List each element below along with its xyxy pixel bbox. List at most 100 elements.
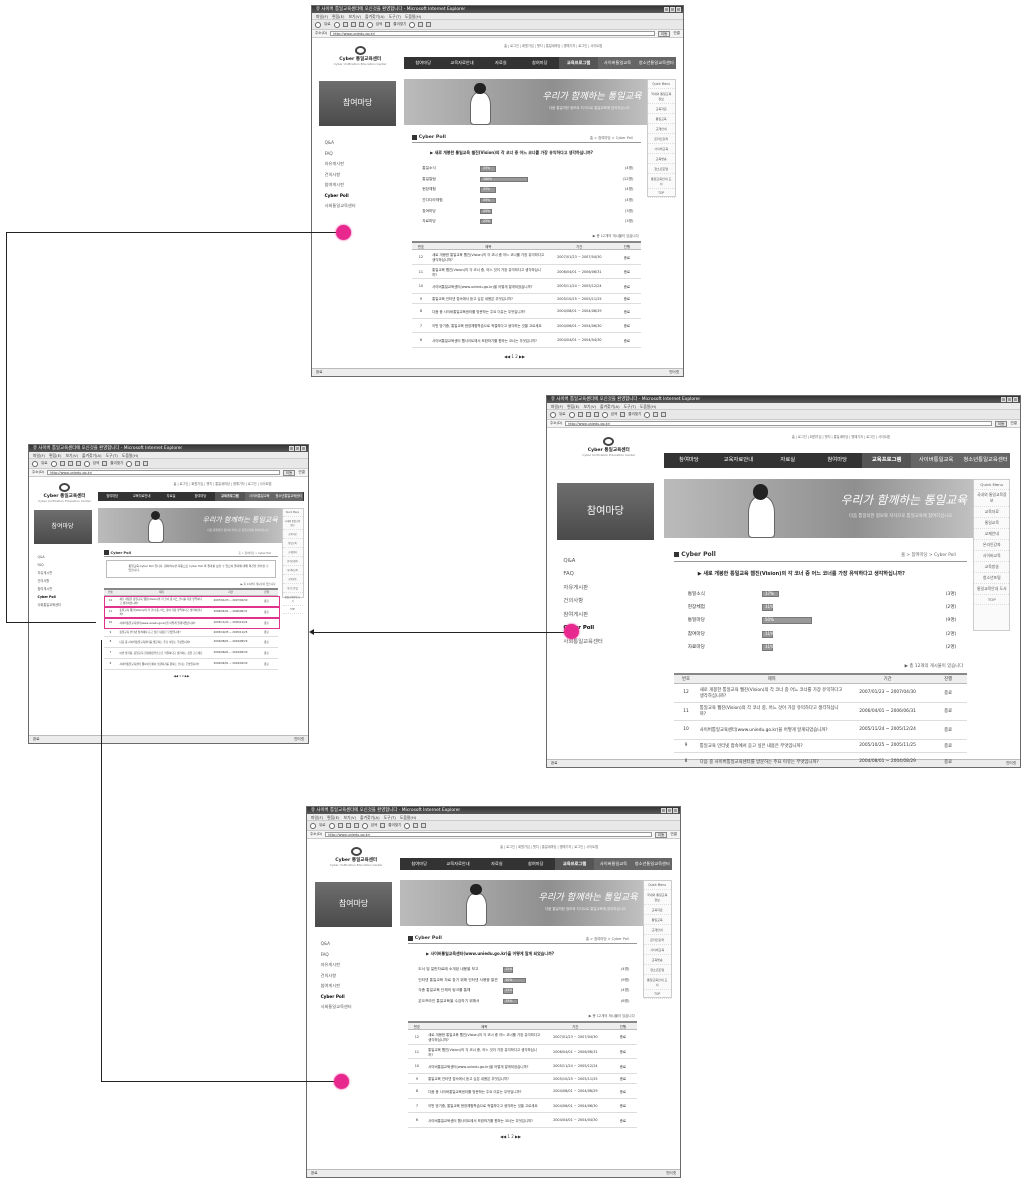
go-button[interactable]: 이동 bbox=[282, 469, 296, 476]
menu-item[interactable]: 편집(E) bbox=[49, 452, 61, 458]
maximize-button[interactable] bbox=[1007, 397, 1012, 402]
quick-menu-item[interactable]: 통일교육 bbox=[282, 539, 303, 548]
go-button[interactable]: 이동 bbox=[654, 831, 668, 838]
table-cell-title[interactable]: 통일교육 인터넷 접속에서 듣고 싶은 내용은 무엇입니까? bbox=[426, 1073, 543, 1085]
quick-menu-item[interactable]: 온라인강좌 bbox=[647, 134, 675, 144]
minimize-button[interactable] bbox=[664, 7, 669, 12]
menu-item[interactable]: 도구(T) bbox=[106, 452, 118, 458]
address-input[interactable]: http://www.uniedu.go.kr/ bbox=[325, 832, 652, 837]
side-menu-item[interactable]: FAQ bbox=[38, 561, 92, 569]
favorites-label[interactable]: 즐겨찾기 bbox=[388, 823, 401, 828]
table-row[interactable]: 12 새로 개봉한 통일교육 웹진(Vision)의 각 코너 중 어느 코너를 … bbox=[674, 683, 967, 703]
side-menu-item[interactable]: 참여게시판 bbox=[325, 180, 396, 191]
side-menu-item[interactable]: Q&A bbox=[38, 553, 92, 561]
menu-item[interactable]: 도움말(H) bbox=[640, 403, 656, 409]
menu-item[interactable]: 즐겨찾기(A) bbox=[360, 814, 380, 820]
quick-menu-item[interactable]: Quick Menu bbox=[282, 509, 303, 517]
side-menu-item[interactable]: 건의사항 bbox=[321, 971, 392, 982]
table-cell-title[interactable]: 통일교육 인터넷 접속에서 듣고 싶은 내용은 무엇입니까? bbox=[697, 739, 846, 754]
menu-item[interactable]: 즐겨찾기(A) bbox=[365, 13, 385, 19]
star-icon[interactable] bbox=[102, 461, 108, 466]
quick-menu-item[interactable]: 교육방송 bbox=[643, 955, 671, 965]
table-cell-title[interactable]: 사이버통일교육센터 웹사이트에서 보완하기를 원하는 코너는 무엇입니까? bbox=[430, 332, 547, 348]
nav-item[interactable]: 자료실 bbox=[763, 453, 812, 468]
quick-menu-item[interactable]: 교육방송 bbox=[974, 562, 1010, 574]
quick-menu-item[interactable]: 통일교육안내 도서 bbox=[974, 584, 1010, 596]
nav-item[interactable]: 청소년통일교육센터 bbox=[632, 858, 672, 871]
menu-item[interactable]: 즐겨찾기(A) bbox=[600, 403, 620, 409]
side-menu-item[interactable]: Cyber Poll bbox=[325, 191, 396, 202]
quick-menu-item[interactable]: 교재안내 bbox=[974, 529, 1010, 541]
quick-menu-item[interactable]: Quick Menu bbox=[643, 881, 671, 890]
menu-item[interactable]: 보기(V) bbox=[344, 814, 357, 820]
nav-item[interactable]: 교육프로그램 bbox=[215, 492, 245, 501]
table-row[interactable]: 10 사이버통일교육센터(www.uniedu.go.kr)을 어떻게 알게되었습… bbox=[674, 720, 967, 740]
mail-icon[interactable] bbox=[653, 412, 659, 417]
minimize-button[interactable] bbox=[661, 808, 666, 813]
table-cell-title[interactable]: 통일교육 인터넷 접속에서 듣고 싶은 내용은 무엇입니까? bbox=[430, 293, 547, 305]
nav-item[interactable]: 청소년통일교육센터 bbox=[636, 57, 676, 70]
quick-menu-item[interactable]: 교재안내 bbox=[643, 925, 671, 935]
minimize-button[interactable] bbox=[1001, 397, 1006, 402]
nav-item[interactable]: 참여마당 bbox=[98, 492, 127, 501]
table-row[interactable]: 8 다음 중 사이버통일교육센터를 방문하는 주요 이유는 무엇입니까? 2004/… bbox=[411, 303, 642, 319]
table-cell-title[interactable]: 통일교육 웹진(Vision)의 각 코너 중, 어느 것이 가장 유익하다고 … bbox=[430, 264, 547, 280]
table-row[interactable]: 10 사이버통일교육센터(www.uniedu.go.kr)을 어떻게 알게되었습… bbox=[407, 1058, 638, 1074]
nav-item[interactable]: 자료실 bbox=[156, 492, 185, 501]
quick-menu-item[interactable]: 온라인강좌 bbox=[974, 540, 1010, 552]
table-row[interactable]: 11 통일교육 웹진(Vision)의 각 코너 중, 어느 것이 가장 유익하다… bbox=[674, 702, 967, 722]
quick-menu-item[interactable]: 교육자료 bbox=[643, 905, 671, 915]
nav-item[interactable]: 교육자료안내 bbox=[714, 453, 763, 468]
side-menu-item[interactable]: 사회통일교육센터 bbox=[321, 1002, 392, 1013]
search-label[interactable]: 검색 bbox=[376, 22, 383, 27]
star-icon[interactable] bbox=[620, 412, 626, 417]
table-cell-title[interactable]: 다음 중 사이버통일교육센터를 방문하는 주요 이유는 무엇입니까? bbox=[430, 303, 547, 319]
address-input[interactable]: http://www.uniedu.go.kr/ bbox=[47, 470, 280, 475]
stop-icon[interactable] bbox=[577, 412, 583, 417]
quick-menu-item[interactable]: 통일교육 bbox=[974, 518, 1010, 530]
nav-item[interactable]: 청소년통일교육센터 bbox=[274, 492, 304, 501]
search-icon[interactable] bbox=[601, 411, 608, 418]
stop-icon[interactable] bbox=[337, 823, 343, 828]
print-icon[interactable] bbox=[426, 22, 432, 27]
nav-item[interactable]: 사이버통일교육 bbox=[597, 57, 637, 70]
search-label[interactable]: 검색 bbox=[93, 461, 100, 466]
home-icon[interactable] bbox=[358, 22, 364, 27]
table-cell-title[interactable]: 사이버통일교육센터 웹사이트에서 보완하기를 원하는 코너는 무엇입니까? bbox=[117, 658, 206, 670]
side-menu-item[interactable]: FAQ bbox=[321, 950, 392, 961]
nav-item[interactable]: 참여마당 bbox=[516, 858, 555, 870]
table-cell-title[interactable]: 새로 개봉한 통일교육 웹진(Vision)의 각 코너 중 어느 코너를 가장… bbox=[430, 249, 547, 265]
home-icon[interactable] bbox=[593, 412, 599, 417]
history-icon[interactable] bbox=[644, 411, 651, 418]
menu-item[interactable]: 도움말(H) bbox=[122, 452, 138, 458]
side-menu-item[interactable]: 건의사항 bbox=[325, 170, 396, 181]
back-label[interactable]: 뒤로 bbox=[559, 412, 566, 417]
table-row[interactable]: 7 이번 방기중, 통일교육 현장체험학습으로 적절하다고 생각하는 것을 고르세… bbox=[103, 647, 278, 659]
refresh-icon[interactable] bbox=[67, 461, 73, 466]
favorites-label[interactable]: 즐겨찾기 bbox=[628, 412, 641, 417]
table-row[interactable]: 12 새로 개봉한 통일교육 웹진(Vision)의 각 코너 중 어느 코너를 … bbox=[411, 249, 642, 265]
print-icon[interactable] bbox=[143, 461, 149, 466]
top-links[interactable]: 홈 | 로그인 | 회원가입 | 챗지 | 통일새마당 | 명예기자 | 로그인… bbox=[500, 844, 598, 849]
back-icon[interactable] bbox=[32, 460, 38, 467]
table-row[interactable]: 7 이번 방기중, 통일교육 현장체험학습으로 적절하다고 생각하는 것을 고르세… bbox=[411, 318, 642, 334]
nav-item[interactable]: 교육프로그램 bbox=[555, 858, 594, 871]
quick-menu-item[interactable]: 청소년포털 bbox=[647, 164, 675, 174]
side-menu-item[interactable]: 건의사항 bbox=[38, 577, 92, 585]
close-button[interactable] bbox=[673, 808, 678, 813]
quick-menu-item[interactable]: 청소년포털 bbox=[643, 965, 671, 975]
nav-item[interactable]: 자료실 bbox=[481, 57, 520, 69]
table-row[interactable]: 12 새로 개봉한 통일교육 웹진(Vision)의 각 코너 중 어느 코너를 … bbox=[407, 1029, 638, 1045]
links-label[interactable]: 연결 bbox=[298, 470, 305, 475]
side-menu-item[interactable]: 사회통일교육센터 bbox=[38, 601, 92, 609]
back-label[interactable]: 뒤로 bbox=[324, 22, 331, 27]
table-cell-title[interactable]: 새로 개봉한 통일교육 웹진(Vision)의 각 코너 중 어느 코너를 가장… bbox=[697, 683, 846, 703]
maximize-button[interactable] bbox=[295, 446, 300, 451]
menu-item[interactable]: 도움말(H) bbox=[405, 13, 421, 19]
menu-item[interactable]: 편집(E) bbox=[327, 814, 339, 820]
table-row[interactable]: 10 사이버통일교육센터(www.uniedu.go.kr)을 어떻게 알게되었습… bbox=[411, 278, 642, 294]
quick-menu-item[interactable]: 교육방송 bbox=[282, 575, 303, 584]
nav-item[interactable]: 자료실 bbox=[477, 858, 516, 870]
nav-item[interactable]: 참여마당 bbox=[664, 453, 713, 468]
back-icon[interactable] bbox=[310, 822, 316, 829]
